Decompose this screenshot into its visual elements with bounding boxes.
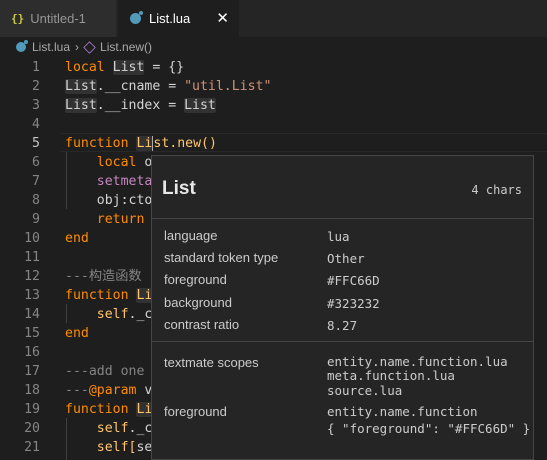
code-line: self._c [96, 307, 153, 322]
code-line: self._c [96, 421, 153, 436]
code-line: return [96, 212, 145, 227]
tab-untitled-1[interactable]: {} Untitled-1 [0, 0, 117, 37]
row-label: standard token type [164, 250, 279, 265]
divider [152, 341, 533, 342]
close-icon[interactable]: ✕ [216, 9, 229, 27]
row-label: foreground [164, 272, 227, 287]
row-label: contrast ratio [164, 317, 240, 332]
line-number: 14 [24, 307, 40, 322]
tab-label: List.lua [149, 11, 191, 26]
scope-value: meta.function.lua [327, 368, 455, 383]
line-number: 6 [32, 155, 40, 170]
line-number: 21 [24, 440, 40, 455]
code-line: end [65, 326, 89, 341]
code-line: List.__cname = "util.List" [65, 79, 272, 94]
breadcrumb-file[interactable]: List.lua [32, 40, 70, 54]
code-line: function Li [65, 402, 153, 417]
fg-scope: entity.name.function [327, 404, 478, 419]
code-line: setmeta [96, 174, 153, 189]
row-value: #FFC66D [327, 273, 380, 288]
code-line: local List = {} [65, 60, 185, 75]
divider [152, 218, 533, 219]
tab-label: Untitled-1 [30, 11, 86, 26]
line-number: 4 [32, 117, 40, 132]
code-line: ---构造函数 [65, 269, 142, 284]
line-number: 10 [24, 231, 40, 246]
scopes-label: textmate scopes [164, 355, 259, 370]
scope-value: source.lua [327, 383, 403, 398]
line-number: 12 [24, 269, 40, 284]
line-number: 16 [24, 345, 40, 360]
token-char-count: 4 chars [471, 183, 522, 197]
tab-bar: {} Untitled-1 List.lua ✕ [0, 0, 547, 37]
token-title: List [162, 178, 196, 199]
breadcrumb: List.lua › List.new() [0, 37, 547, 57]
line-number: 19 [24, 402, 40, 417]
fg-label: foreground [164, 404, 227, 419]
line-number: 3 [32, 98, 40, 113]
code-line: ---add one [65, 364, 145, 379]
code-line: obj:cto [96, 193, 153, 208]
code-line: ---@param v [65, 383, 153, 398]
code-line: local o [96, 155, 153, 170]
line-number: 5 [32, 136, 40, 151]
code-line: self[se [96, 440, 153, 455]
line-number: 18 [24, 383, 40, 398]
row-value: lua [327, 229, 350, 244]
fg-json: { "foreground": "#FFC66D" } [327, 421, 531, 436]
row-label: background [164, 295, 232, 310]
lua-icon [130, 11, 143, 24]
line-number: 7 [32, 174, 40, 189]
row-value: 8.27 [327, 318, 358, 333]
line-number: 15 [24, 326, 40, 341]
code-line: end [65, 231, 89, 246]
line-number: 11 [24, 250, 40, 265]
method-cube-icon [83, 40, 96, 54]
scope-value: entity.name.function.lua [327, 354, 508, 369]
inspect-tokens-hover: List 4 chars language lua standard token… [151, 155, 534, 460]
line-number: 1 [32, 60, 40, 75]
row-value: #323232 [327, 296, 380, 311]
chevron-right-icon: › [75, 40, 80, 54]
line-number: 2 [32, 79, 40, 94]
code-line: List.__index = List [65, 98, 216, 113]
line-number: 13 [24, 288, 40, 303]
line-number: 9 [32, 212, 40, 227]
breadcrumb-symbol[interactable]: List.new() [100, 40, 152, 54]
line-number: 8 [32, 193, 40, 208]
row-label: language [164, 228, 218, 243]
code-line: function Li [65, 288, 153, 303]
lua-icon [16, 40, 28, 52]
line-number: 17 [24, 364, 40, 379]
json-braces-icon: {} [11, 12, 25, 25]
line-number: 20 [24, 421, 40, 436]
tab-list-lua[interactable]: List.lua ✕ [118, 0, 239, 37]
code-line: function List.new() [65, 136, 217, 151]
row-value: Other [327, 251, 365, 266]
